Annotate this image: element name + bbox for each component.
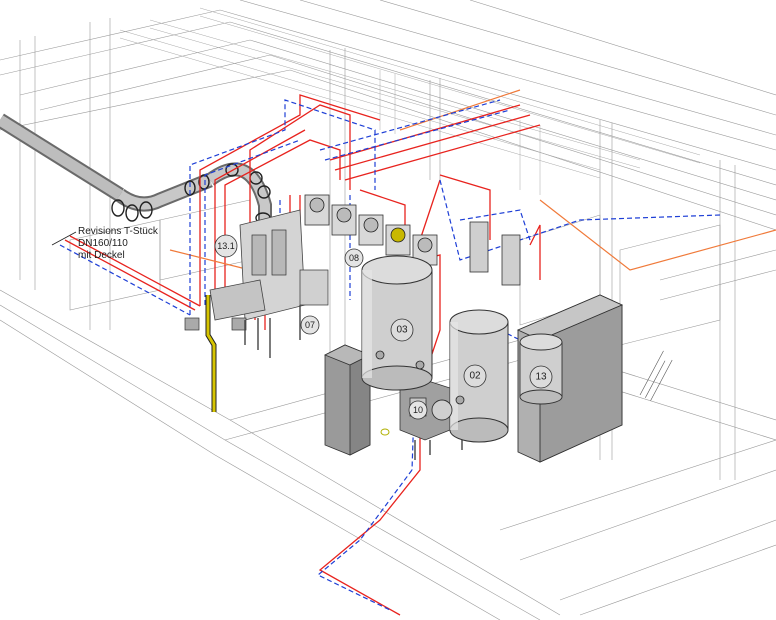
pump-icon: [309, 197, 325, 213]
callout-13-1: 13.1: [214, 234, 238, 258]
pump-icon: [417, 237, 433, 253]
callout-13: 13: [529, 365, 553, 389]
rotated-note: [639, 350, 673, 401]
svg-text:13.1: 13.1: [217, 241, 235, 251]
valve-box: [184, 317, 200, 331]
piping-isometric-drawing: 03 02 13 13.1 07 08 10 Revisions T-Stück…: [0, 0, 776, 620]
floor-marker-icon: [380, 428, 390, 436]
connector-icon: [375, 350, 385, 360]
valve-box: [469, 221, 489, 273]
callout-08: 08: [344, 248, 364, 268]
svg-text:10: 10: [413, 405, 423, 415]
pump-row: [304, 194, 438, 266]
callout-10: 10: [408, 400, 428, 420]
annotation-line-1: Revisions T-Stück: [78, 226, 159, 237]
callout-02: 02: [463, 364, 487, 388]
svg-text:13: 13: [535, 372, 547, 383]
pump-icon: [390, 227, 406, 243]
connector-icon: [415, 360, 425, 370]
annotation-line-2: DN160/110: [78, 238, 128, 249]
svg-text:02: 02: [469, 371, 481, 382]
valve-box: [501, 234, 521, 286]
callout-07: 07: [300, 315, 320, 335]
svg-text:07: 07: [305, 320, 315, 330]
pump-icon: [363, 217, 379, 233]
gas-line: [205, 295, 217, 412]
annotation-line-3: mit Deckel: [78, 250, 125, 261]
svg-text:03: 03: [396, 325, 408, 336]
callout-03: 03: [390, 318, 414, 342]
ceiling-ducts: [119, 7, 701, 195]
pump-icon: [336, 207, 352, 223]
connector-icon: [455, 395, 465, 405]
valve-box: [231, 317, 247, 331]
svg-text:08: 08: [349, 253, 359, 263]
annotation-revisions: Revisions T-Stück DN160/110 mit Deckel: [51, 226, 159, 261]
